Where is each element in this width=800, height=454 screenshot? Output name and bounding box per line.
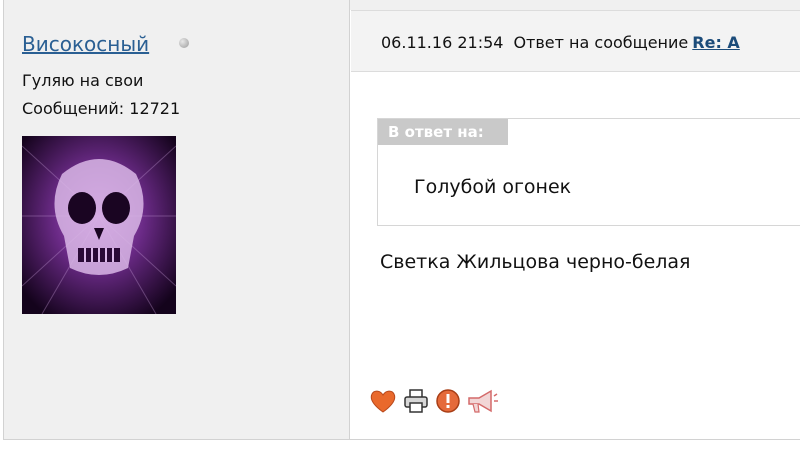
alert-icon[interactable] [433,386,463,416]
skull-avatar-image [22,136,176,314]
post-meta: 06.11.16 21:54 Ответ на сообщение Re: А [381,33,740,53]
avatar[interactable] [22,136,176,314]
header-top-strip [350,0,800,10]
post-date: 06.11.16 21:54 [381,33,504,52]
author-title: Гуляю на свои [22,71,144,90]
quote-text: Голубой огонек [414,176,572,198]
reply-label: Ответ на сообщение [513,33,689,52]
post-header: 06.11.16 21:54 Ответ на сообщение Re: А [351,10,800,72]
heart-icon[interactable] [368,386,398,416]
reply-to-link[interactable]: Re: А [692,33,740,52]
quote-heading: В ответ на: [378,119,508,145]
message-body: Светка Жильцова черно-белая [380,251,691,273]
quote-block: В ответ на: Голубой огонек [377,118,800,226]
author-post-count: Сообщений: 12721 [22,99,181,118]
author-name-link[interactable]: Високосный [22,31,149,57]
author-panel: Високосный Гуляю на свои Сообщений: 1272… [4,0,350,439]
megaphone-icon[interactable] [465,386,498,416]
offline-status-icon [179,38,189,48]
printer-icon[interactable] [401,386,431,416]
